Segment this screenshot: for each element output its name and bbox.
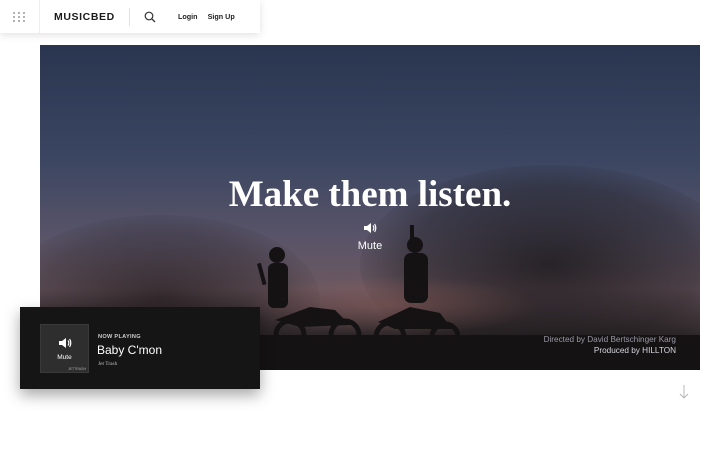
- album-art-mute-button[interactable]: Mute JETTRASH: [40, 324, 89, 373]
- auth-links: Login Sign Up: [178, 12, 235, 21]
- signup-link[interactable]: Sign Up: [208, 12, 235, 21]
- video-credits: Directed by David Bertschinger Karg Prod…: [544, 334, 676, 356]
- mute-label: Mute: [57, 354, 72, 361]
- logo[interactable]: MUSICBED: [40, 11, 129, 23]
- speaker-icon: [364, 223, 377, 233]
- now-playing-label: NOW PLAYING: [98, 334, 141, 340]
- login-link[interactable]: Login: [178, 12, 198, 21]
- top-nav: MUSICBED Login Sign Up: [0, 0, 260, 33]
- producer-credit: Produced by HILLTON: [593, 346, 676, 355]
- song-title[interactable]: Baby C'mon: [97, 343, 162, 357]
- mute-button[interactable]: Mute: [350, 221, 390, 252]
- now-playing-card: Mute JETTRASH NOW PLAYING Baby C'mon Jet…: [20, 307, 260, 389]
- arrow-down-icon[interactable]: [677, 384, 691, 400]
- search-icon[interactable]: [130, 0, 170, 33]
- grid-menu-icon[interactable]: [0, 0, 40, 33]
- artist-name[interactable]: Jet Trash: [98, 361, 117, 367]
- hero-title: Make them listen.: [228, 174, 512, 215]
- mute-label: Mute: [357, 240, 383, 252]
- album-art-caption: JETTRASH: [67, 367, 86, 371]
- director-credit: Directed by David Bertschinger Karg: [543, 335, 676, 344]
- speaker-icon: [58, 338, 71, 348]
